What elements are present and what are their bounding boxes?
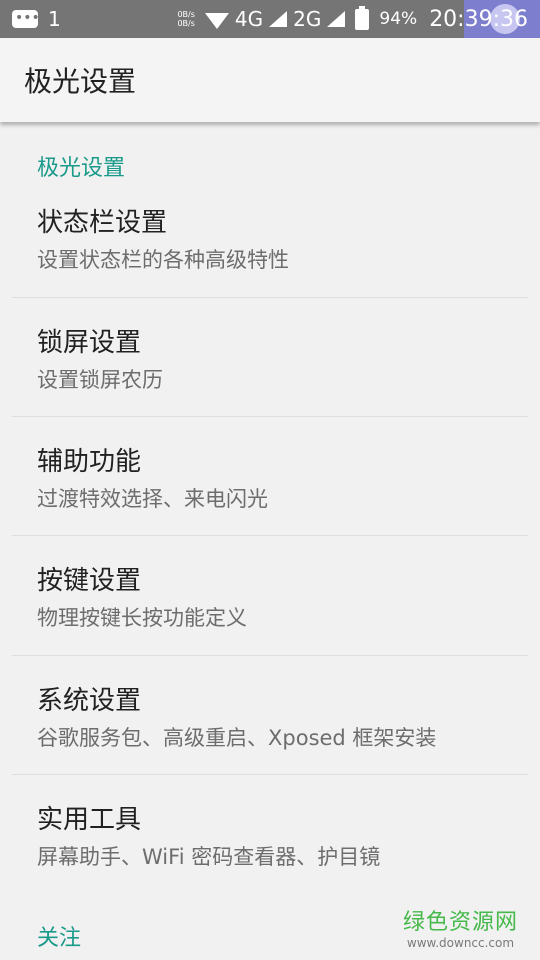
pref-title: 锁屏设置 (37, 328, 142, 358)
watermark-url: www.downcc.com (406, 936, 515, 950)
page-title: 极光设置 (24, 65, 137, 98)
speed-down: 0B/s (177, 19, 195, 28)
pref-summary: 过渡特效选择、来电闪光 (37, 487, 268, 511)
pref-item-tools[interactable]: 实用工具 屏幕助手、WiFi 密码查看器、护目镜 (0, 775, 540, 893)
signal-icon (327, 11, 346, 27)
pref-summary: 屏幕助手、WiFi 密码查看器、护目镜 (37, 845, 381, 869)
wifi-icon (204, 13, 229, 29)
pref-item-keys[interactable]: 按键设置 物理按键长按功能定义 (0, 536, 540, 654)
pref-item-statusbar[interactable]: 状态栏设置 设置状态栏的各种高级特性 (0, 178, 540, 296)
clock: 20:39:36 (429, 6, 528, 32)
pref-summary: 谷歌服务包、高级重启、Xposed 框架安装 (37, 726, 437, 750)
pref-item-lockscreen[interactable]: 锁屏设置 设置锁屏农历 (0, 298, 540, 416)
watermark: 绿色资源网 www.downcc.com (403, 904, 518, 950)
watermark-text: 绿色资源网 (402, 910, 518, 935)
pref-title: 系统设置 (37, 686, 142, 716)
pref-summary: 设置状态栏的各种高级特性 (37, 248, 289, 272)
battery-icon (355, 5, 370, 30)
network-type-1: 4G (234, 7, 264, 31)
pref-item-accessibility[interactable]: 辅助功能 过渡特效选择、来电闪光 (0, 417, 540, 535)
pref-summary: 设置锁屏农历 (37, 368, 163, 392)
network-type-2: 2G (293, 7, 322, 31)
pref-summary: 物理按键长按功能定义 (37, 606, 247, 630)
clock-area: 20:39:36 (423, 0, 540, 38)
pref-title: 辅助功能 (37, 447, 142, 477)
message-icon (12, 9, 40, 28)
network-speed: 0B/s 0B/s (177, 10, 194, 28)
pref-title: 实用工具 (37, 805, 142, 835)
status-bar: 1 0B/s 0B/s 4G 2G 94% 20:39:36 (0, 0, 540, 38)
pref-item-system[interactable]: 系统设置 谷歌服务包、高级重启、Xposed 框架安装 (0, 656, 540, 774)
pref-title: 按键设置 (37, 566, 142, 596)
speed-up: 0B/s (177, 10, 195, 19)
pref-title: 状态栏设置 (37, 208, 168, 238)
preference-list[interactable]: 极光设置 状态栏设置 设置状态栏的各种高级特性 锁屏设置 设置锁屏农历 辅助功能… (0, 122, 540, 960)
section-header-follow: 关注 (37, 926, 82, 951)
app-bar: 极光设置 (0, 38, 540, 122)
battery-percent: 94% (379, 9, 418, 29)
notification-count: 1 (48, 7, 61, 31)
signal-icon (269, 11, 288, 27)
